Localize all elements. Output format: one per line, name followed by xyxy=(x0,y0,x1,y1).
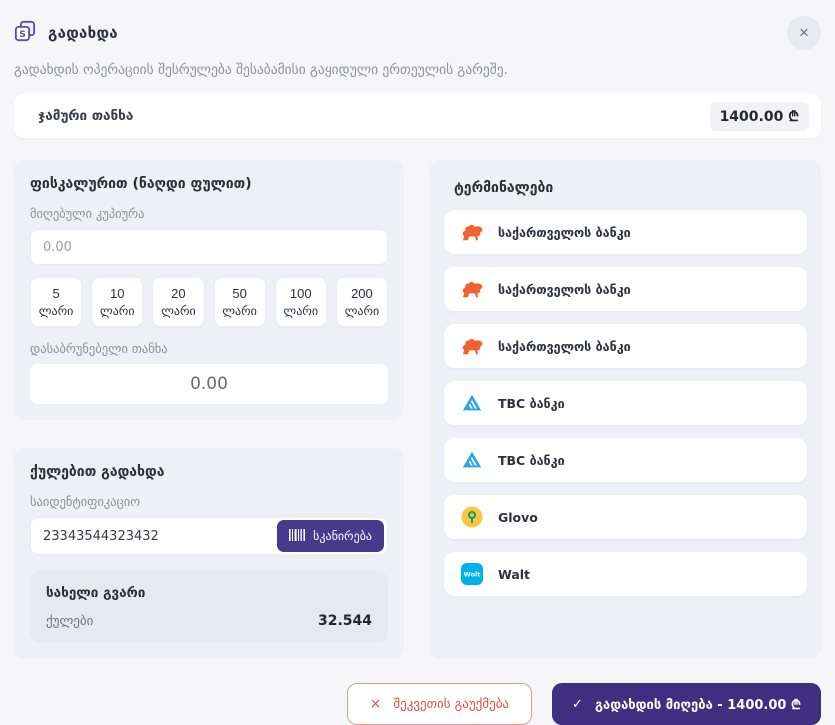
terminal-label: Glovo xyxy=(498,510,538,525)
received-amount-input[interactable] xyxy=(30,229,388,265)
scan-button-label: სკანირება xyxy=(313,529,372,543)
customer-card: სახელი გვარი ქულები 32.544 xyxy=(30,571,388,643)
payment-modal: S გადახდა × გადახდის ოპერაციის შესრულება… xyxy=(0,0,835,696)
terminal-row[interactable]: Glovo xyxy=(444,495,807,539)
terminal-row[interactable]: საქართველოს ბანკი xyxy=(444,324,807,368)
confirm-payment-button[interactable]: ✓ გადახდის მიღება - 1400.00 ₾ xyxy=(552,683,821,725)
total-amount-value: 1400.00 ₾ xyxy=(710,102,809,131)
close-icon: × xyxy=(799,23,809,42)
terminal-row[interactable]: საქართველოს ბანკი xyxy=(444,210,807,254)
terminal-label: Walt xyxy=(498,567,530,582)
quick-amount-value: 20 xyxy=(171,286,185,301)
quick-amount-buttons: 5 ლარი 10 ლარი 20 ლარი 50 ლარი xyxy=(30,277,388,327)
terminal-row[interactable]: საქართველოს ბანკი xyxy=(444,267,807,311)
quick-amount-button-100[interactable]: 100 ლარი xyxy=(275,277,327,327)
close-button[interactable]: × xyxy=(787,16,821,50)
page-subtitle: გადახდის ოპერაციის შესრულება შესაბამისი … xyxy=(14,62,821,78)
quick-amount-unit: ლარი xyxy=(39,304,74,318)
terminal-list: საქართველოს ბანკი საქართველოს ბანკი xyxy=(444,210,807,596)
terminal-label: საქართველოს ბანკი xyxy=(498,225,631,240)
quick-amount-value: 10 xyxy=(110,286,124,301)
quick-amount-unit: ლარი xyxy=(100,304,135,318)
quick-amount-unit: ლარი xyxy=(345,304,380,318)
change-amount-label: დასაბრუნებელი თანხა xyxy=(30,341,388,356)
quick-amount-unit: ლარი xyxy=(222,304,257,318)
quick-amount-unit: ლარი xyxy=(161,304,196,318)
confirm-payment-label: გადახდის მიღება - 1400.00 ₾ xyxy=(595,695,801,713)
svg-text:Wolt: Wolt xyxy=(464,571,481,579)
bog-lion-icon xyxy=(460,220,484,244)
glovo-pin-icon xyxy=(460,505,484,529)
terminals-title: ტერმინალები xyxy=(454,180,807,196)
terminal-label: TBC ბანკი xyxy=(498,453,565,468)
terminal-row[interactable]: TBC ბანკი xyxy=(444,438,807,482)
quick-amount-button-200[interactable]: 200 ლარი xyxy=(336,277,388,327)
quick-amount-value: 50 xyxy=(232,286,246,301)
svg-text:S: S xyxy=(19,29,26,40)
modal-header: S გადახდა × xyxy=(14,16,821,50)
fiscal-cash-panel: ფისკალურით (ნაღდი ფულით) მიღებული კუპიურ… xyxy=(14,160,404,420)
points-payment-panel: ქულებით გადახდა საიდენტიფიკაციო xyxy=(14,448,404,659)
wolt-logo-icon: Wolt xyxy=(460,562,484,586)
quick-amount-button-10[interactable]: 10 ლარი xyxy=(91,277,143,327)
identification-label: საიდენტიფიკაციო xyxy=(30,494,388,509)
terminal-row[interactable]: TBC ბანკი xyxy=(444,381,807,425)
quick-amount-value: 100 xyxy=(290,286,312,301)
quick-amount-unit: ლარი xyxy=(283,304,318,318)
quick-amount-value: 200 xyxy=(351,286,373,301)
terminal-label: საქართველოს ბანკი xyxy=(498,282,631,297)
page-title: გადახდა xyxy=(48,24,118,42)
points-label: ქულები xyxy=(46,614,93,629)
total-amount-label: ჯამური თანხა xyxy=(38,108,133,124)
barcode-icon xyxy=(289,529,305,544)
cancel-order-label: შეკვეთის გაუქმება xyxy=(393,697,509,712)
points-value: 32.544 xyxy=(318,613,372,629)
tbc-triangle-icon xyxy=(460,391,484,415)
cancel-x-icon: × xyxy=(370,696,382,712)
tbc-triangle-icon xyxy=(460,448,484,472)
scan-button[interactable]: სკანირება xyxy=(277,520,384,552)
quick-amount-button-5[interactable]: 5 ლარი xyxy=(30,277,82,327)
bog-lion-icon xyxy=(460,334,484,358)
bog-lion-icon xyxy=(460,277,484,301)
terminal-label: TBC ბანკი xyxy=(498,396,565,411)
change-amount-display: 0.00 xyxy=(30,364,388,404)
terminal-label: საქართველოს ბანკი xyxy=(498,339,631,354)
fiscal-panel-title: ფისკალურით (ნაღდი ფულით) xyxy=(30,176,388,192)
payment-receipt-icon: S xyxy=(14,20,36,46)
terminals-panel: ტერმინალები საქართველოს ბანკი xyxy=(430,160,821,659)
received-amount-label: მიღებული კუპიურა xyxy=(30,206,388,221)
quick-amount-button-20[interactable]: 20 ლარი xyxy=(152,277,204,327)
terminal-row[interactable]: Wolt Walt xyxy=(444,552,807,596)
points-panel-title: ქულებით გადახდა xyxy=(30,464,388,480)
footer-actions: × შეკვეთის გაუქმება ✓ გადახდის მიღება - … xyxy=(14,683,821,725)
quick-amount-value: 5 xyxy=(52,286,59,301)
total-amount-card: ჯამური თანხა 1400.00 ₾ xyxy=(14,94,821,138)
cancel-order-button[interactable]: × შეკვეთის გაუქმება xyxy=(347,683,532,725)
customer-name: სახელი გვარი xyxy=(46,585,372,601)
check-icon: ✓ xyxy=(572,697,583,712)
quick-amount-button-50[interactable]: 50 ლარი xyxy=(214,277,266,327)
